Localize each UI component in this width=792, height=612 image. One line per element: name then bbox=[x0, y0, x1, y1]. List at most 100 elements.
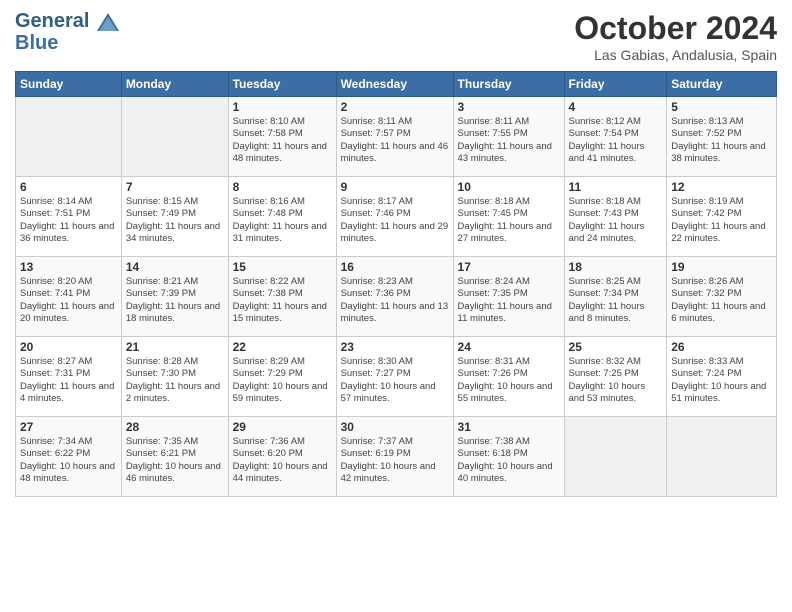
logo-text: General bbox=[15, 10, 89, 32]
day-info: Sunrise: 8:28 AM Sunset: 7:30 PM Dayligh… bbox=[126, 356, 224, 405]
day-number: 10 bbox=[458, 180, 560, 194]
day-info: Sunrise: 8:27 AM Sunset: 7:31 PM Dayligh… bbox=[20, 356, 117, 405]
day-number: 31 bbox=[458, 420, 560, 434]
weekday-header-row: SundayMondayTuesdayWednesdayThursdayFrid… bbox=[16, 72, 777, 97]
day-number: 29 bbox=[233, 420, 332, 434]
calendar-cell: 23 Sunrise: 8:30 AM Sunset: 7:27 PM Dayli… bbox=[336, 337, 453, 417]
calendar-week-3: 13 Sunrise: 8:20 AM Sunset: 7:41 PM Dayli… bbox=[16, 257, 777, 337]
day-number: 12 bbox=[671, 180, 772, 194]
day-info: Sunrise: 8:18 AM Sunset: 7:43 PM Dayligh… bbox=[569, 196, 663, 245]
day-number: 26 bbox=[671, 340, 772, 354]
weekday-header-tuesday: Tuesday bbox=[228, 72, 336, 97]
calendar-cell: 17 Sunrise: 8:24 AM Sunset: 7:35 PM Dayli… bbox=[453, 257, 564, 337]
day-number: 9 bbox=[341, 180, 449, 194]
day-number: 6 bbox=[20, 180, 117, 194]
day-number: 30 bbox=[341, 420, 449, 434]
calendar-week-4: 20 Sunrise: 8:27 AM Sunset: 7:31 PM Dayli… bbox=[16, 337, 777, 417]
calendar-cell: 22 Sunrise: 8:29 AM Sunset: 7:29 PM Dayli… bbox=[228, 337, 336, 417]
day-info: Sunrise: 8:13 AM Sunset: 7:52 PM Dayligh… bbox=[671, 116, 772, 165]
calendar-cell: 12 Sunrise: 8:19 AM Sunset: 7:42 PM Dayli… bbox=[667, 177, 777, 257]
day-number: 3 bbox=[458, 100, 560, 114]
day-info: Sunrise: 8:29 AM Sunset: 7:29 PM Dayligh… bbox=[233, 356, 332, 405]
day-number: 17 bbox=[458, 260, 560, 274]
day-number: 19 bbox=[671, 260, 772, 274]
day-info: Sunrise: 8:19 AM Sunset: 7:42 PM Dayligh… bbox=[671, 196, 772, 245]
day-info: Sunrise: 8:15 AM Sunset: 7:49 PM Dayligh… bbox=[126, 196, 224, 245]
weekday-header-thursday: Thursday bbox=[453, 72, 564, 97]
calendar-cell: 9 Sunrise: 8:17 AM Sunset: 7:46 PM Daylig… bbox=[336, 177, 453, 257]
day-number: 23 bbox=[341, 340, 449, 354]
day-info: Sunrise: 8:10 AM Sunset: 7:58 PM Dayligh… bbox=[233, 116, 332, 165]
calendar-cell: 20 Sunrise: 8:27 AM Sunset: 7:31 PM Dayli… bbox=[16, 337, 122, 417]
calendar-cell: 29 Sunrise: 7:36 AM Sunset: 6:20 PM Dayli… bbox=[228, 417, 336, 497]
day-number: 27 bbox=[20, 420, 117, 434]
day-info: Sunrise: 8:14 AM Sunset: 7:51 PM Dayligh… bbox=[20, 196, 117, 245]
calendar-cell: 3 Sunrise: 8:11 AM Sunset: 7:55 PM Daylig… bbox=[453, 97, 564, 177]
calendar-cell: 8Sunrise: 8:16 AM Sunset: 7:48 PM Daylig… bbox=[228, 177, 336, 257]
day-info: Sunrise: 8:25 AM Sunset: 7:34 PM Dayligh… bbox=[569, 276, 663, 325]
calendar-cell: 1 Sunrise: 8:10 AM Sunset: 7:58 PM Daylig… bbox=[228, 97, 336, 177]
month-title: October 2024 bbox=[574, 10, 777, 47]
day-number: 1 bbox=[233, 100, 332, 114]
calendar-cell: 15Sunrise: 8:22 AM Sunset: 7:38 PM Dayli… bbox=[228, 257, 336, 337]
day-number: 22 bbox=[233, 340, 332, 354]
calendar-cell: 6 Sunrise: 8:14 AM Sunset: 7:51 PM Daylig… bbox=[16, 177, 122, 257]
day-info: Sunrise: 8:24 AM Sunset: 7:35 PM Dayligh… bbox=[458, 276, 560, 325]
calendar-week-5: 27 Sunrise: 7:34 AM Sunset: 6:22 PM Dayli… bbox=[16, 417, 777, 497]
main-container: General Blue October 2024 Las Gabias, An… bbox=[0, 0, 792, 507]
day-info: Sunrise: 7:34 AM Sunset: 6:22 PM Dayligh… bbox=[20, 436, 117, 485]
day-info: Sunrise: 8:11 AM Sunset: 7:57 PM Dayligh… bbox=[341, 116, 449, 165]
day-number: 14 bbox=[126, 260, 224, 274]
calendar-cell: 21Sunrise: 8:28 AM Sunset: 7:30 PM Dayli… bbox=[121, 337, 228, 417]
day-info: Sunrise: 8:21 AM Sunset: 7:39 PM Dayligh… bbox=[126, 276, 224, 325]
calendar-table: SundayMondayTuesdayWednesdayThursdayFrid… bbox=[15, 71, 777, 497]
day-info: Sunrise: 8:17 AM Sunset: 7:46 PM Dayligh… bbox=[341, 196, 449, 245]
calendar-cell: 26 Sunrise: 8:33 AM Sunset: 7:24 PM Dayli… bbox=[667, 337, 777, 417]
weekday-header-monday: Monday bbox=[121, 72, 228, 97]
day-info: Sunrise: 8:26 AM Sunset: 7:32 PM Dayligh… bbox=[671, 276, 772, 325]
day-number: 16 bbox=[341, 260, 449, 274]
logo-icon bbox=[97, 13, 119, 31]
day-info: Sunrise: 8:23 AM Sunset: 7:36 PM Dayligh… bbox=[341, 276, 449, 325]
day-info: Sunrise: 7:36 AM Sunset: 6:20 PM Dayligh… bbox=[233, 436, 332, 485]
calendar-cell: 7 Sunrise: 8:15 AM Sunset: 7:49 PM Daylig… bbox=[121, 177, 228, 257]
day-number: 4 bbox=[569, 100, 663, 114]
day-number: 25 bbox=[569, 340, 663, 354]
day-number: 13 bbox=[20, 260, 117, 274]
calendar-cell: 25Sunrise: 8:32 AM Sunset: 7:25 PM Dayli… bbox=[564, 337, 667, 417]
logo-blue: Blue bbox=[15, 32, 119, 54]
day-number: 7 bbox=[126, 180, 224, 194]
day-info: Sunrise: 8:18 AM Sunset: 7:45 PM Dayligh… bbox=[458, 196, 560, 245]
calendar-cell: 13 Sunrise: 8:20 AM Sunset: 7:41 PM Dayli… bbox=[16, 257, 122, 337]
weekday-header-friday: Friday bbox=[564, 72, 667, 97]
day-number: 2 bbox=[341, 100, 449, 114]
day-info: Sunrise: 8:30 AM Sunset: 7:27 PM Dayligh… bbox=[341, 356, 449, 405]
calendar-cell: 27 Sunrise: 7:34 AM Sunset: 6:22 PM Dayli… bbox=[16, 417, 122, 497]
weekday-header-sunday: Sunday bbox=[16, 72, 122, 97]
day-number: 20 bbox=[20, 340, 117, 354]
day-number: 8 bbox=[233, 180, 332, 194]
header: General Blue October 2024 Las Gabias, An… bbox=[15, 10, 777, 63]
calendar-cell: 14 Sunrise: 8:21 AM Sunset: 7:39 PM Dayli… bbox=[121, 257, 228, 337]
calendar-cell bbox=[121, 97, 228, 177]
calendar-cell: 4 Sunrise: 8:12 AM Sunset: 7:54 PM Daylig… bbox=[564, 97, 667, 177]
day-info: Sunrise: 8:20 AM Sunset: 7:41 PM Dayligh… bbox=[20, 276, 117, 325]
calendar-cell: 28Sunrise: 7:35 AM Sunset: 6:21 PM Dayli… bbox=[121, 417, 228, 497]
calendar-cell: 2 Sunrise: 8:11 AM Sunset: 7:57 PM Daylig… bbox=[336, 97, 453, 177]
day-number: 24 bbox=[458, 340, 560, 354]
day-number: 11 bbox=[569, 180, 663, 194]
calendar-cell: 5Sunrise: 8:13 AM Sunset: 7:52 PM Daylig… bbox=[667, 97, 777, 177]
day-info: Sunrise: 8:31 AM Sunset: 7:26 PM Dayligh… bbox=[458, 356, 560, 405]
calendar-cell bbox=[564, 417, 667, 497]
day-info: Sunrise: 8:33 AM Sunset: 7:24 PM Dayligh… bbox=[671, 356, 772, 405]
title-area: October 2024 Las Gabias, Andalusia, Spai… bbox=[574, 10, 777, 63]
day-info: Sunrise: 7:35 AM Sunset: 6:21 PM Dayligh… bbox=[126, 436, 224, 485]
calendar-cell: 24 Sunrise: 8:31 AM Sunset: 7:26 PM Dayli… bbox=[453, 337, 564, 417]
calendar-cell: 16 Sunrise: 8:23 AM Sunset: 7:36 PM Dayli… bbox=[336, 257, 453, 337]
calendar-week-2: 6 Sunrise: 8:14 AM Sunset: 7:51 PM Daylig… bbox=[16, 177, 777, 257]
day-info: Sunrise: 7:37 AM Sunset: 6:19 PM Dayligh… bbox=[341, 436, 449, 485]
logo: General Blue bbox=[15, 10, 119, 54]
day-info: Sunrise: 8:11 AM Sunset: 7:55 PM Dayligh… bbox=[458, 116, 560, 165]
day-info: Sunrise: 8:12 AM Sunset: 7:54 PM Dayligh… bbox=[569, 116, 663, 165]
weekday-header-wednesday: Wednesday bbox=[336, 72, 453, 97]
